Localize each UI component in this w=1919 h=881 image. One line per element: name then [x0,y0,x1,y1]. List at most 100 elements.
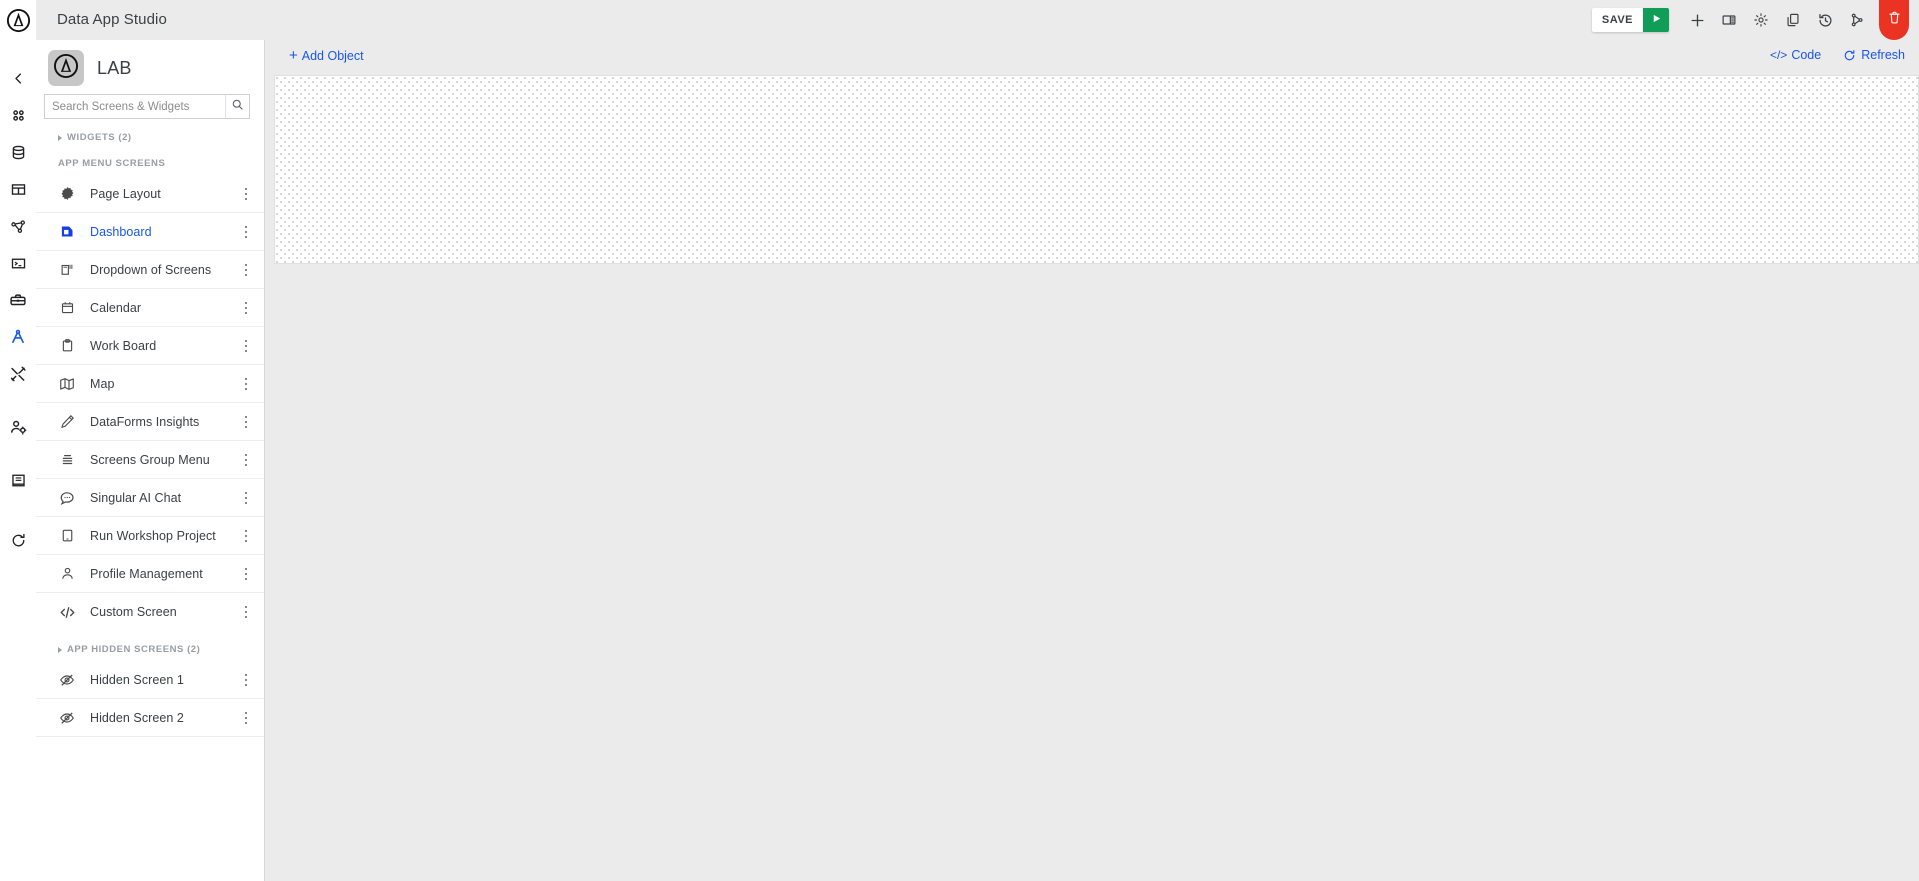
screen-label: Dashboard [90,224,152,239]
sidebar-item-apps[interactable] [0,97,36,133]
delete-button[interactable] [1879,0,1909,40]
screen-label: Run Workshop Project [90,528,216,543]
search-input[interactable] [45,95,225,118]
add-object-button[interactable]: + Add Object [289,48,364,63]
duplicate-button[interactable] [1778,0,1808,40]
workflow-node-icon [10,218,27,235]
screen-label: Custom Screen [90,605,177,619]
screen-row-calendar[interactable]: Calendar [36,289,264,327]
widgets-section-header[interactable]: WIDGETS (2) [36,126,264,149]
collapse-rail-button[interactable] [0,60,36,96]
more-vertical-icon[interactable] [237,365,255,403]
screen-label: Singular AI Chat [90,490,182,505]
hidden-screens-section-header[interactable]: APP HIDDEN SCREENS (2) [36,638,264,661]
gear-icon [1753,12,1769,28]
app-header: LAB [36,40,264,94]
header-toolbar: SAVE [1591,0,1919,40]
dropdown-screens-icon [56,259,78,281]
more-vertical-icon[interactable] [237,593,255,631]
screen-label: Page Layout [90,186,161,201]
refresh-button[interactable]: Refresh [1843,48,1905,62]
screen-label: Map [90,376,115,391]
screen-row-page-layout[interactable]: Page Layout [36,175,264,213]
eye-off-icon [56,669,78,691]
left-icon-rail [0,0,36,881]
more-vertical-icon[interactable] [237,699,255,737]
screen-row-profile-management[interactable]: Profile Management [36,555,264,593]
settings-button[interactable] [1746,0,1776,40]
save-button[interactable]: SAVE [1591,8,1643,32]
screen-row-run-workshop-project[interactable]: Run Workshop Project [36,517,264,555]
screen-row-custom-screen[interactable]: Custom Screen [36,593,264,631]
sidebar-item-tables[interactable] [0,171,36,207]
more-vertical-icon[interactable] [237,251,255,289]
branch-button[interactable] [1842,0,1872,40]
caret-right-icon [58,134,62,141]
rail-refresh-button[interactable] [0,522,36,558]
sidebar-item-toolbox[interactable] [0,282,36,318]
screen-row-work-board[interactable]: Work Board [36,327,264,365]
more-vertical-icon[interactable] [237,517,255,555]
search-button[interactable] [225,95,249,118]
more-vertical-icon[interactable] [237,661,255,699]
caret-right-icon [58,646,62,653]
sidebar-item-studio[interactable] [0,319,36,355]
save-run-group: SAVE [1591,8,1669,32]
search-icon [231,98,244,116]
screen-row-dropdown-of-screens[interactable]: Dropdown of Screens [36,251,264,289]
branch-merge-icon [1849,12,1865,28]
run-button[interactable] [1643,8,1669,32]
code-brackets-icon [56,601,78,623]
screen-row-hidden-screen-1[interactable]: Hidden Screen 1 [36,661,264,699]
screen-row-hidden-screen-2[interactable]: Hidden Screen 2 [36,699,264,737]
sidebar-item-terminal[interactable] [0,245,36,281]
sidebar-item-utilities[interactable] [0,356,36,392]
history-clock-icon [1817,12,1834,29]
code-button[interactable]: </> Code [1770,48,1821,62]
more-vertical-icon[interactable] [237,479,255,517]
screen-row-screens-group-menu[interactable]: Screens Group Menu [36,441,264,479]
sidebar-item-database[interactable] [0,134,36,170]
more-vertical-icon[interactable] [237,555,255,593]
add-object-label: Add Object [301,48,364,63]
play-icon [1651,11,1662,29]
history-button[interactable] [1810,0,1840,40]
screen-label: Work Board [90,338,157,353]
top-header-bar: Data App Studio SAVE [36,0,1919,40]
compass-drafting-icon [9,328,27,346]
screen-row-dashboard[interactable]: Dashboard [36,213,264,251]
more-vertical-icon[interactable] [237,289,255,327]
design-canvas[interactable] [274,75,1919,264]
copy-icon [1785,12,1801,28]
main-work-area: + Add Object </> Code Refresh [265,40,1919,881]
more-vertical-icon[interactable] [237,327,255,365]
eye-off-icon [56,707,78,729]
studio-circle-logo-icon [53,53,79,84]
screen-label: Hidden Screen 1 [90,672,184,687]
screen-label: Hidden Screen 2 [90,710,184,725]
more-vertical-icon[interactable] [237,213,255,251]
table-icon [10,181,27,198]
tools-wrench-screwdriver-icon [9,365,27,383]
menu-lines-icon [56,449,78,471]
panel-toggle-button[interactable] [1714,0,1744,40]
more-vertical-icon[interactable] [237,403,255,441]
map-icon [56,373,78,395]
screen-row-map[interactable]: Map [36,365,264,403]
screen-row-singular-ai-chat[interactable]: Singular AI Chat [36,479,264,517]
calendar-icon [56,297,78,319]
layout-panel-icon [1721,12,1737,28]
sidebar-item-user-admin[interactable] [0,409,36,445]
sidebar-item-workflows[interactable] [0,208,36,244]
screen-label: Profile Management [90,566,203,581]
add-button[interactable] [1682,0,1712,40]
screen-row-dataforms-insights[interactable]: DataForms Insights [36,403,264,441]
sidebar-item-docs[interactable] [0,462,36,498]
trash-icon [1887,10,1902,30]
more-vertical-icon[interactable] [237,175,255,213]
more-vertical-icon[interactable] [237,441,255,479]
app-name: LAB [97,57,132,78]
page-title: Data App Studio [57,11,167,28]
code-brackets-icon: </> [1769,48,1788,62]
plus-icon: + [289,47,298,64]
